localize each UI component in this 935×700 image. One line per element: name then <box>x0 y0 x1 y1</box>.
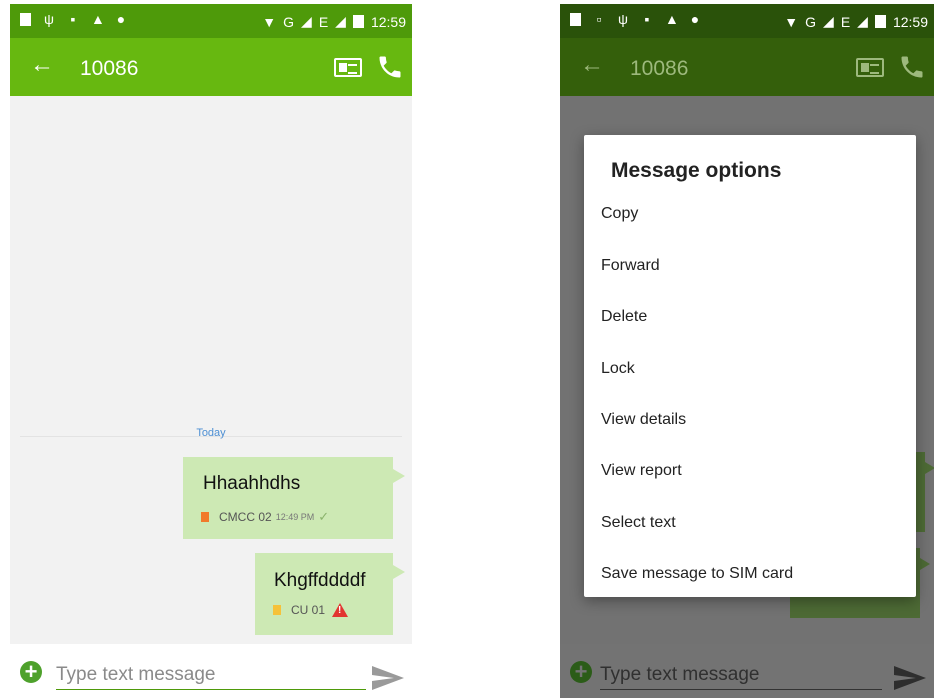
status-time: 12:59 <box>370 13 406 30</box>
compose-bar: + <box>10 644 412 698</box>
sd-card-icon <box>20 13 31 26</box>
status-time: 12:59 <box>892 13 928 30</box>
message-bubble[interactable]: Hhaahhdhs CMCC 02 12:49 PM ✓ <box>183 457 405 539</box>
delivered-check-icon: ✓ <box>318 509 330 524</box>
sd-card-icon <box>570 13 581 26</box>
app-toolbar: ← 10086 <box>10 38 412 96</box>
send-icon[interactable] <box>894 666 926 690</box>
contact-card-icon[interactable] <box>334 58 362 77</box>
back-arrow-icon[interactable]: ← <box>580 52 604 78</box>
screenshot-icon: ▫ <box>596 11 602 27</box>
message-options-dialog: Message options Copy Forward Delete Lock… <box>584 135 916 597</box>
message-time: 12:49 PM <box>275 512 315 522</box>
send-failed-icon[interactable] <box>332 603 349 617</box>
warning-icon: ▲ <box>665 11 679 27</box>
message-input[interactable] <box>56 660 366 690</box>
sim-label: CU 01 <box>291 603 326 617</box>
dialog-title: Message options <box>611 159 782 182</box>
option-delete[interactable]: Delete <box>601 308 647 326</box>
battery-saver-icon: ▪ <box>644 11 650 27</box>
message-text: Khgffddddf <box>274 570 366 591</box>
contact-title: 10086 <box>630 57 689 80</box>
option-view-details[interactable]: View details <box>601 411 686 429</box>
network-type-2: E <box>840 13 851 30</box>
status-bar: ψ ▪ ▲ ● ▼ G ◢ E ◢ 12:59 <box>10 4 412 38</box>
network-type: G <box>283 13 295 30</box>
contact-title: 10086 <box>80 57 139 80</box>
option-copy[interactable]: Copy <box>601 205 638 223</box>
app-toolbar: ← 10086 <box>560 38 934 96</box>
signal-icon: ◢ <box>823 13 834 29</box>
warning-icon: ▲ <box>91 11 105 27</box>
back-arrow-icon[interactable]: ← <box>30 52 54 78</box>
message-meta: CMCC 02 12:49 PM ✓ <box>201 509 329 525</box>
wifi-icon: ▼ <box>784 13 799 30</box>
sim-card-icon <box>273 605 281 615</box>
battery-icon <box>352 15 364 28</box>
signal-icon: ◢ <box>335 13 346 29</box>
sim-card-icon <box>201 512 209 522</box>
compose-bar: + <box>560 644 934 698</box>
option-lock[interactable]: Lock <box>601 360 635 378</box>
signal-icon: ◢ <box>857 13 868 29</box>
signal-icon: ◢ <box>301 13 312 29</box>
phone-icon[interactable] <box>898 53 926 81</box>
message-input[interactable] <box>600 660 882 690</box>
conversation-screen-with-dialog: ▫ ψ ▪ ▲ ● ▼ G ◢ E ◢ 12:59 ← 10086 + Type… <box>560 4 934 698</box>
conversation-screen: ψ ▪ ▲ ● ▼ G ◢ E ◢ 12:59 ← 10086 Today Hh… <box>10 4 412 698</box>
usb-icon: ψ <box>44 11 54 27</box>
message-meta: CU 01 <box>273 603 349 617</box>
contact-card-icon[interactable] <box>856 58 884 77</box>
add-attachment-icon[interactable]: + <box>20 661 42 683</box>
network-type-2: E <box>318 13 329 30</box>
option-save-to-sim[interactable]: Save message to SIM card <box>601 565 793 583</box>
phone-icon[interactable] <box>376 53 404 81</box>
sim-label: CMCC 02 <box>219 510 272 524</box>
add-attachment-icon[interactable]: + <box>570 661 592 683</box>
option-select-text[interactable]: Select text <box>601 514 676 532</box>
battery-icon <box>874 15 886 28</box>
message-text: Hhaahhdhs <box>203 473 301 494</box>
location-icon: ● <box>116 11 126 27</box>
battery-saver-icon: ▪ <box>70 11 76 27</box>
message-bubble[interactable]: Khgffddddf CU 01 <box>255 553 405 635</box>
status-bar: ▫ ψ ▪ ▲ ● ▼ G ◢ E ◢ 12:59 <box>560 4 934 38</box>
date-label: Today <box>196 427 226 439</box>
option-forward[interactable]: Forward <box>601 257 660 275</box>
wifi-icon: ▼ <box>262 13 277 30</box>
usb-icon: ψ <box>618 11 628 27</box>
location-icon: ● <box>690 11 700 27</box>
send-icon[interactable] <box>372 666 404 690</box>
option-view-report[interactable]: View report <box>601 462 682 480</box>
network-type: G <box>805 13 817 30</box>
